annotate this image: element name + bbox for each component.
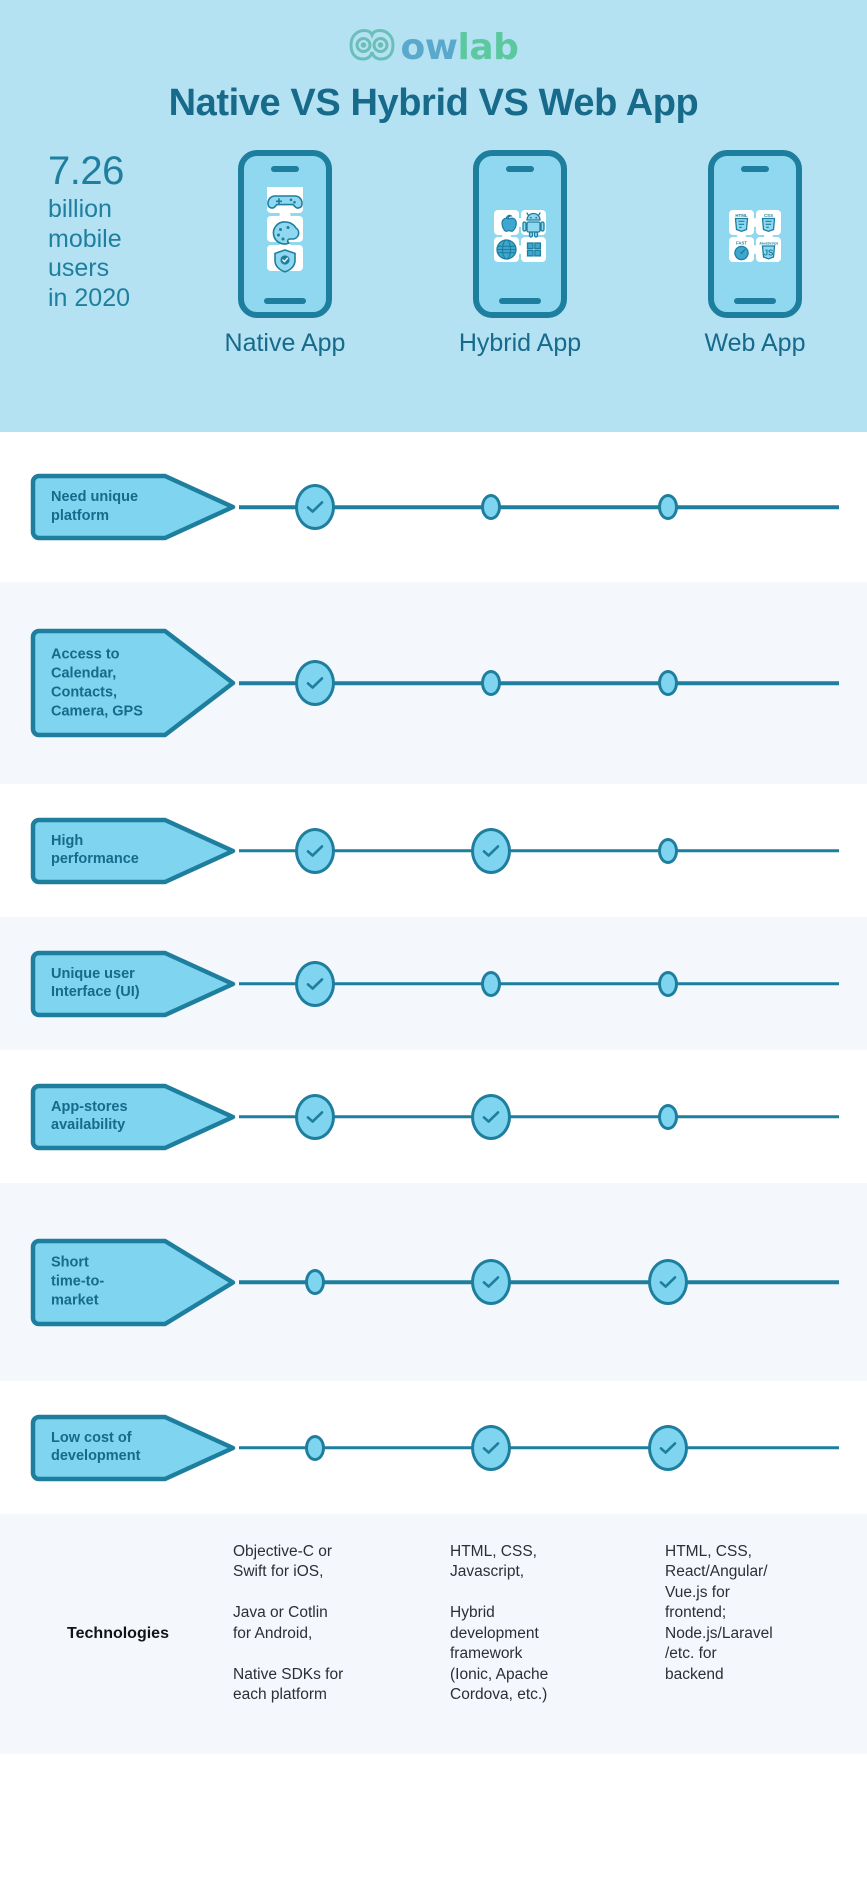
html5-icon: HTML <box>734 213 749 232</box>
criterion-label: Low cost of development <box>51 1429 141 1465</box>
comparison-row: Unique user Interface (UI) <box>0 917 867 1050</box>
support-track <box>239 1247 867 1317</box>
criterion-label: Short time-to- market <box>51 1254 105 1309</box>
check-icon <box>659 1441 677 1454</box>
check-icon <box>482 1276 500 1288</box>
shield-check-icon <box>274 249 296 273</box>
node-hybrid-unsupported[interactable] <box>481 670 501 696</box>
node-native-supported[interactable] <box>295 484 335 530</box>
phone-label-web: Web App <box>704 329 806 357</box>
criterion-label: Access to Calendar, Contacts, Camera, GP… <box>51 646 143 719</box>
check-icon <box>659 1276 677 1288</box>
logo-text-ow: ow <box>400 26 459 68</box>
criterion-tag: Access to Calendar, Contacts, Camera, GP… <box>27 628 239 738</box>
node-hybrid-unsupported[interactable] <box>481 494 501 520</box>
node-web-unsupported[interactable] <box>658 1103 678 1130</box>
node-hybrid-supported[interactable] <box>471 1093 511 1140</box>
comparison-row: High performance <box>0 784 867 917</box>
comparison-row: Low cost of development <box>0 1381 867 1514</box>
svg-text:JS: JS <box>764 249 774 258</box>
criterion-tag: Low cost of development <box>27 1414 239 1482</box>
check-icon <box>306 1110 324 1123</box>
speedometer-fast-icon: FAST <box>734 241 749 261</box>
support-track <box>239 816 867 886</box>
node-native-unsupported[interactable] <box>305 1269 325 1295</box>
support-track <box>239 1082 867 1152</box>
svg-text:JavaScript: JavaScript <box>759 242 778 246</box>
node-native-supported[interactable] <box>295 960 335 1007</box>
native-phone-icon <box>238 150 332 318</box>
owl-icon <box>349 28 395 67</box>
support-track <box>239 472 867 542</box>
support-track <box>239 1413 867 1483</box>
node-web-unsupported[interactable] <box>658 970 678 997</box>
criterion-tag: Need unique platform <box>27 473 239 541</box>
node-web-supported[interactable] <box>648 1259 688 1305</box>
svg-text:CSS: CSS <box>764 213 773 218</box>
criterion-label: Unique user Interface (UI) <box>51 965 140 1001</box>
comparison-rows: Need unique platform Access to Calendar, … <box>0 432 867 1514</box>
mobile-users-stat: 7.26 billion mobile users in 2020 <box>48 148 208 313</box>
brand-logo: owlab <box>0 28 867 67</box>
node-hybrid-supported[interactable] <box>471 827 511 874</box>
phone-native: Native App <box>190 150 380 358</box>
comparison-row: App-stores availability <box>0 1050 867 1183</box>
node-native-supported[interactable] <box>295 827 335 874</box>
node-web-unsupported[interactable] <box>658 494 678 520</box>
criterion-tag: Unique user Interface (UI) <box>27 950 239 1018</box>
node-native-supported[interactable] <box>295 660 335 706</box>
criterion-label: High performance <box>51 832 139 868</box>
page-title: Native VS Hybrid VS Web App <box>168 82 699 124</box>
phone-hybrid: Hybrid App <box>425 150 615 358</box>
track-line <box>239 1280 839 1284</box>
check-icon <box>306 977 324 990</box>
phone-web: HTML CSS FAST JavaScript JS Web App <box>660 150 850 358</box>
stat-number: 7.26 <box>48 149 124 193</box>
hybrid-phone-icon <box>473 150 567 318</box>
technologies-native: Objective-C or Swift for iOS, Java or Co… <box>233 1543 344 1704</box>
technologies-hybrid: HTML, CSS, Javascript, Hybrid developmen… <box>450 1543 549 1704</box>
phone-mockups: Native App Hybrid App HTML CSS FAST Java… <box>190 150 850 358</box>
logo-text-lab: lab <box>457 26 519 68</box>
node-web-supported[interactable] <box>648 1424 688 1471</box>
criterion-label: Need unique platform <box>51 489 139 524</box>
comparison-row: Short time-to- market <box>0 1183 867 1381</box>
criterion-label: App-stores availability <box>51 1098 128 1134</box>
criterion-tag: High performance <box>27 817 239 885</box>
check-icon <box>482 1110 500 1123</box>
technologies-label: Technologies <box>67 1625 169 1642</box>
node-hybrid-supported[interactable] <box>471 1424 511 1471</box>
comparison-row: Access to Calendar, Contacts, Camera, GP… <box>0 582 867 784</box>
header-section: owlab Native VS Hybrid VS Web App 7.26 b… <box>0 0 867 432</box>
web-phone-icon: HTML CSS FAST JavaScript JS <box>708 150 802 318</box>
technologies-section: Technologies Objective-C or Swift for iO… <box>0 1514 867 1754</box>
criterion-tag: Short time-to- market <box>27 1238 239 1327</box>
svg-text:FAST: FAST <box>736 241 747 246</box>
phone-label-native: Native App <box>224 329 346 357</box>
node-web-unsupported[interactable] <box>658 670 678 696</box>
infographic-page: owlab Native VS Hybrid VS Web App 7.26 b… <box>0 0 867 1903</box>
technologies-web: HTML, CSS, React/Angular/ Vue.js for fro… <box>665 1543 773 1683</box>
check-icon <box>306 677 324 689</box>
comparison-row: Need unique platform <box>0 432 867 582</box>
svg-text:HTML: HTML <box>735 213 748 218</box>
node-hybrid-supported[interactable] <box>471 1259 511 1305</box>
check-icon <box>306 501 324 513</box>
stat-description: billion mobile users in 2020 <box>48 195 131 312</box>
node-web-unsupported[interactable] <box>658 837 678 864</box>
css3-icon: CSS <box>761 213 776 232</box>
support-track <box>239 949 867 1019</box>
phone-label-hybrid: Hybrid App <box>458 329 582 357</box>
criterion-tag: App-stores availability <box>27 1083 239 1151</box>
check-icon <box>306 844 324 857</box>
node-native-supported[interactable] <box>295 1093 335 1140</box>
node-native-unsupported[interactable] <box>305 1434 325 1461</box>
support-track <box>239 648 867 718</box>
check-icon <box>482 844 500 857</box>
track-line <box>239 1445 839 1450</box>
check-icon <box>482 1441 500 1454</box>
node-hybrid-unsupported[interactable] <box>481 970 501 997</box>
